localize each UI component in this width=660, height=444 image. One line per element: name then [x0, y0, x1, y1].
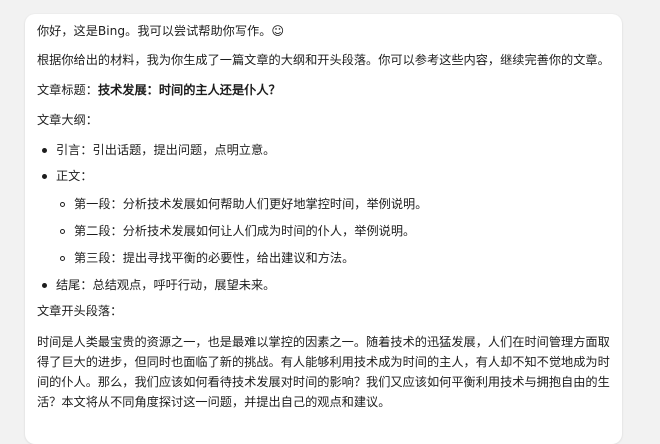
intro-text: 根据你给出的材料，我为你生成了一篇文章的大纲和开头段落。你可以参考这些内容，继续… — [37, 53, 610, 67]
title-value: 技术发展：时间的主人还是仆人？ — [97, 83, 281, 97]
outline-body-item: 正文： — [56, 169, 93, 183]
outline-conclusion-item: 结尾：总结观点，呼吁行动，展望未来。 — [56, 278, 276, 292]
outline-intro-item: 引言：引出话题，提出问题，点明立意。 — [56, 143, 276, 157]
outline-label: 文章大纲： — [37, 113, 98, 127]
list-item: 正文： 第一段：分析技术发展如何帮助人们更好地掌控时间，举例说明。 第二段：分析… — [37, 167, 610, 268]
opening-paragraph: 时间是人类最宝贵的资源之一，也是最难以掌控的因素之一。随着技术的迅猛发展，人们在… — [37, 335, 610, 409]
article-title-line: 文章标题：技术发展：时间的主人还是仆人？ — [37, 81, 610, 100]
title-label: 文章标题： — [37, 83, 98, 97]
opening-label: 文章开头段落： — [37, 304, 123, 318]
list-item: 结尾：总结观点，呼吁行动，展望未来。 — [37, 276, 610, 295]
list-item: 引言：引出话题，提出问题，点明立意。 — [37, 141, 610, 160]
bing-chat-response-card: 你好，这是Bing。我可以尝试帮助你写作。☺ 根据你给出的材料，我为你生成了一篇… — [25, 14, 622, 444]
sub-item-2: 第二段：分析技术发展如何让人们成为时间的仆人，举例说明。 — [74, 224, 416, 238]
list-item: 第二段：分析技术发展如何让人们成为时间的仆人，举例说明。 — [56, 222, 610, 241]
outline-list: 引言：引出话题，提出问题，点明立意。 正文： 第一段：分析技术发展如何帮助人们更… — [37, 141, 610, 295]
sub-item-1: 第一段：分析技术发展如何帮助人们更好地掌控时间，举例说明。 — [74, 197, 428, 211]
list-item: 第三段：提出寻找平衡的必要性，给出建议和方法。 — [56, 249, 610, 268]
outline-body-sublist: 第一段：分析技术发展如何帮助人们更好地掌控时间，举例说明。 第二段：分析技术发展… — [56, 195, 610, 268]
greeting-text: 你好，这是Bing。我可以尝试帮助你写作。☺ — [37, 24, 285, 38]
sub-item-3: 第三段：提出寻找平衡的必要性，给出建议和方法。 — [74, 251, 355, 265]
list-item: 第一段：分析技术发展如何帮助人们更好地掌控时间，举例说明。 — [56, 195, 610, 214]
